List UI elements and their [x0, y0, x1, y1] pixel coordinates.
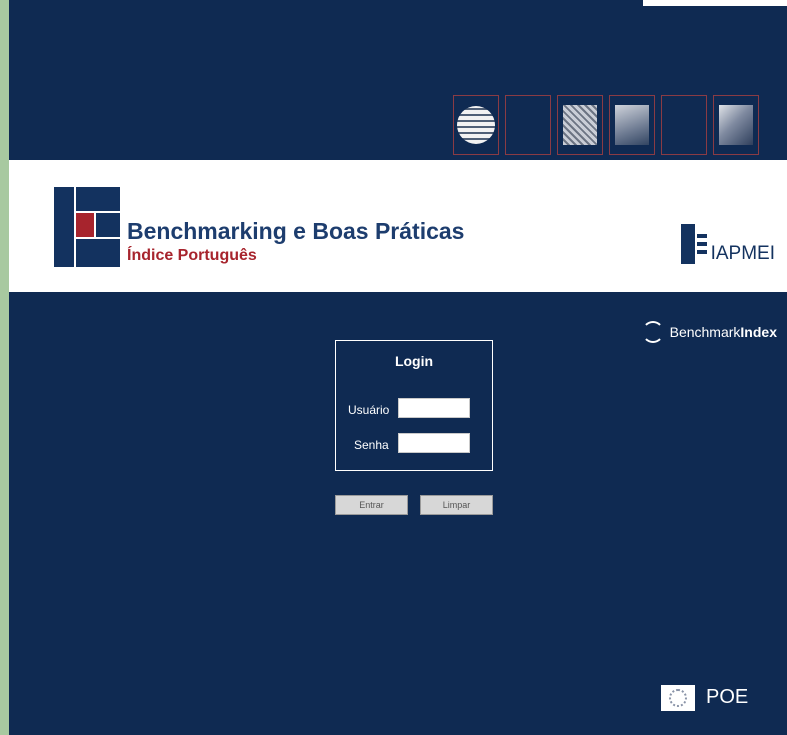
poe-logo: POE	[706, 686, 749, 708]
thumbnail-blank	[505, 95, 551, 155]
thumbnail-globe	[453, 95, 499, 155]
login-panel: Login Usuário Senha	[335, 340, 493, 471]
benchmark-index-logo: BenchmarkIndex	[641, 321, 777, 343]
submit-button[interactable]: Entrar	[335, 495, 408, 515]
benchmark-index-icon	[641, 321, 664, 343]
thumbnail-factory	[609, 95, 655, 155]
thumbnail-tools	[713, 95, 759, 155]
user-input[interactable]	[398, 398, 470, 418]
thumbnail-blank	[661, 95, 707, 155]
brand-subtitle: Índice Português	[127, 247, 257, 264]
factory-icon	[615, 105, 649, 145]
password-input[interactable]	[398, 433, 470, 453]
brand-title: Benchmarking e Boas Práticas	[127, 218, 465, 244]
thumbnail-circuit	[557, 95, 603, 155]
iapmei-label: IAPMEI	[710, 243, 775, 264]
benchmarking-logo-icon	[54, 187, 120, 267]
iapmei-mark-icon	[680, 224, 707, 264]
top-corner-strip	[643, 0, 787, 6]
circuit-icon	[563, 105, 597, 145]
login-title: Login	[394, 353, 434, 369]
iapmei-logo: IAPMEI	[680, 224, 775, 264]
user-label: Usuário	[348, 403, 390, 417]
tools-icon	[719, 105, 753, 145]
brand-band: Benchmarking e Boas Práticas Índice Port…	[9, 160, 787, 292]
header-band	[9, 6, 787, 160]
password-label: Senha	[354, 438, 389, 452]
benchmark-index-prefix: Benchmark	[669, 324, 741, 340]
header-thumbnails	[453, 95, 759, 155]
globe-icon	[457, 106, 495, 144]
clear-button[interactable]: Limpar	[420, 495, 493, 515]
benchmark-index-suffix: Index	[740, 324, 777, 340]
eu-flag-icon	[661, 685, 695, 711]
page-frame: Benchmarking e Boas Práticas Índice Port…	[9, 0, 787, 735]
